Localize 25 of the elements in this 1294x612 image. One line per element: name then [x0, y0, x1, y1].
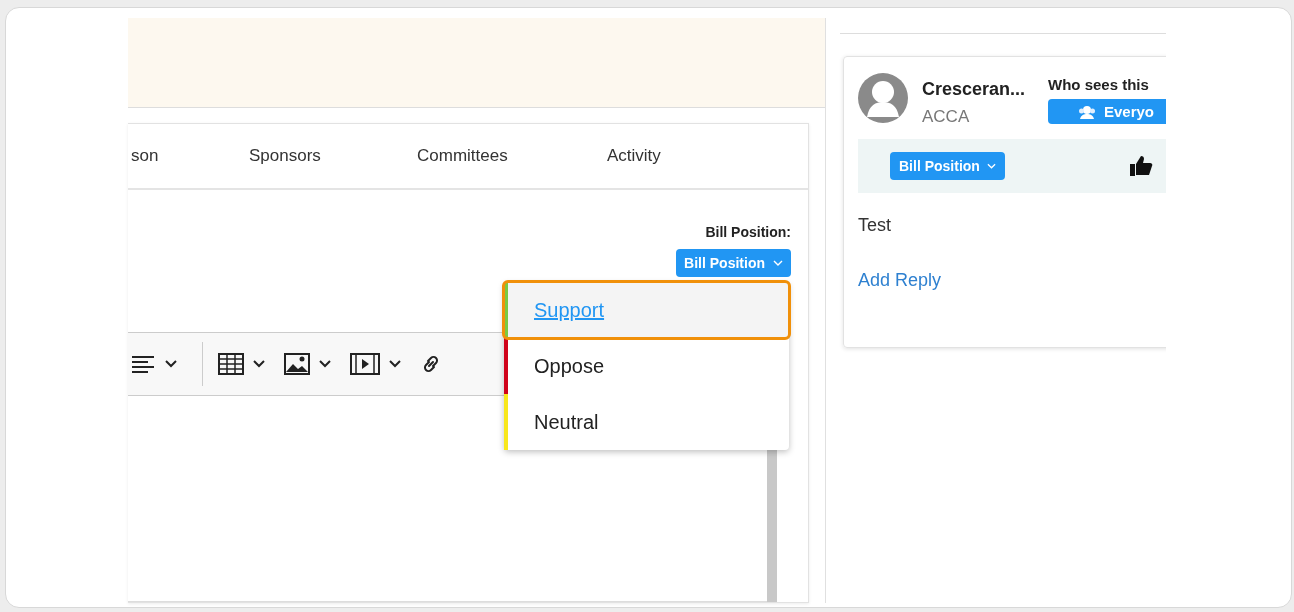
comment-text: Test	[858, 215, 892, 236]
caret-icon[interactable]	[253, 360, 265, 368]
thumbs-up-icon[interactable]	[1128, 155, 1153, 177]
avatar-icon	[858, 73, 908, 123]
caret-icon[interactable]	[165, 360, 177, 368]
visibility-label: Who sees this	[1048, 76, 1150, 93]
menu-option[interactable]: Neutral	[504, 394, 789, 450]
tab[interactable]: Activity	[607, 146, 661, 166]
caret-icon	[986, 163, 996, 169]
menu-option[interactable]: Oppose	[504, 338, 789, 394]
add-reply-link[interactable]: Add Reply	[858, 270, 942, 291]
table-icon[interactable]	[218, 353, 244, 375]
video-icon[interactable]	[350, 353, 380, 375]
group-icon	[1078, 104, 1096, 119]
tab[interactable]: Sponsors	[249, 146, 417, 166]
tab[interactable]: Committees	[417, 146, 607, 166]
organization: ACCA	[922, 107, 971, 127]
author-name: Cresceran...	[922, 79, 1027, 100]
align-icon[interactable]	[130, 353, 156, 375]
tab[interactable]: son	[131, 146, 249, 166]
caret-icon[interactable]	[319, 360, 331, 368]
image-icon[interactable]	[284, 353, 310, 375]
bill-position-label: Bill Position:	[705, 224, 791, 240]
caret-icon[interactable]	[389, 360, 401, 368]
caret-icon	[773, 260, 783, 266]
